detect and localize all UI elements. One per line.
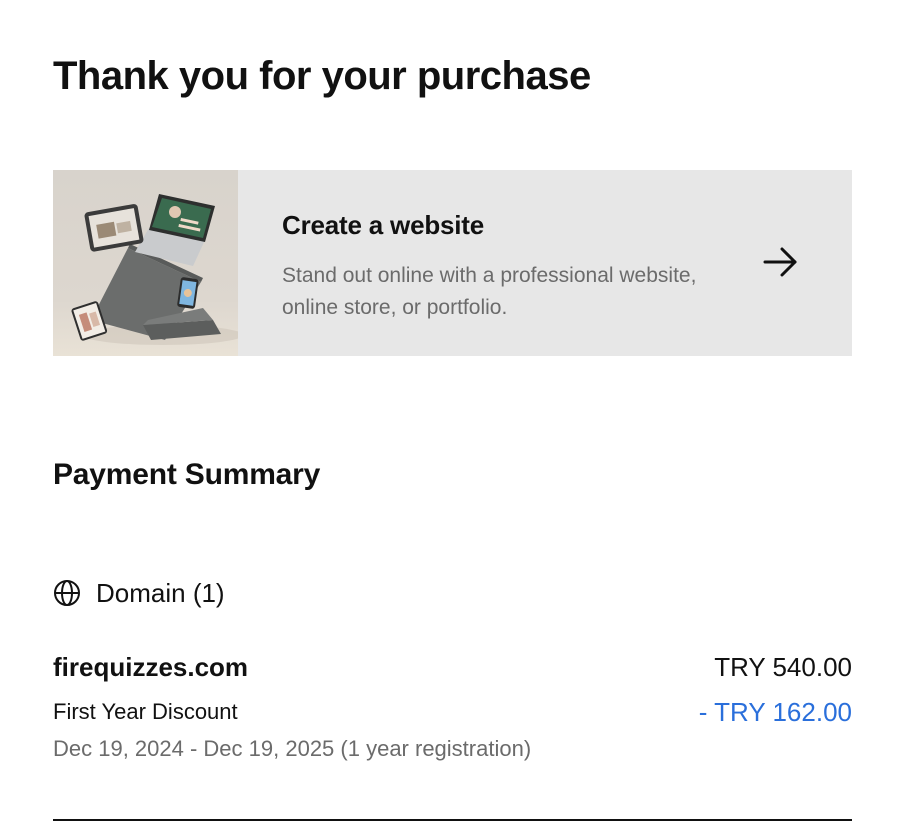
arrow-right-icon — [763, 247, 797, 277]
payment-summary-title: Payment Summary — [53, 458, 321, 491]
domain-category-header: Domain (1) — [53, 576, 225, 610]
discount-amount: - TRY 162.00 — [698, 697, 852, 727]
discount-label: First Year Discount — [53, 699, 238, 724]
domain-name: firequizzes.com — [53, 652, 249, 682]
domain-price: TRY 540.00 — [714, 652, 852, 682]
globe-icon — [54, 580, 80, 606]
registration-term: Dec 19, 2024 - Dec 19, 2025 (1 year regi… — [53, 736, 532, 761]
promo-devices-image — [53, 170, 238, 356]
domain-category-label: Domain (1) — [96, 577, 225, 608]
page-title: Thank you for your purchase — [53, 54, 591, 98]
page: Thank you for your purchase Create a web… — [0, 0, 904, 825]
create-website-card[interactable]: Create a website Stand out online with a… — [53, 170, 852, 356]
promo-description: Stand out online with a professional web… — [282, 264, 697, 319]
divider — [53, 819, 852, 821]
promo-title: Create a website — [282, 210, 485, 240]
